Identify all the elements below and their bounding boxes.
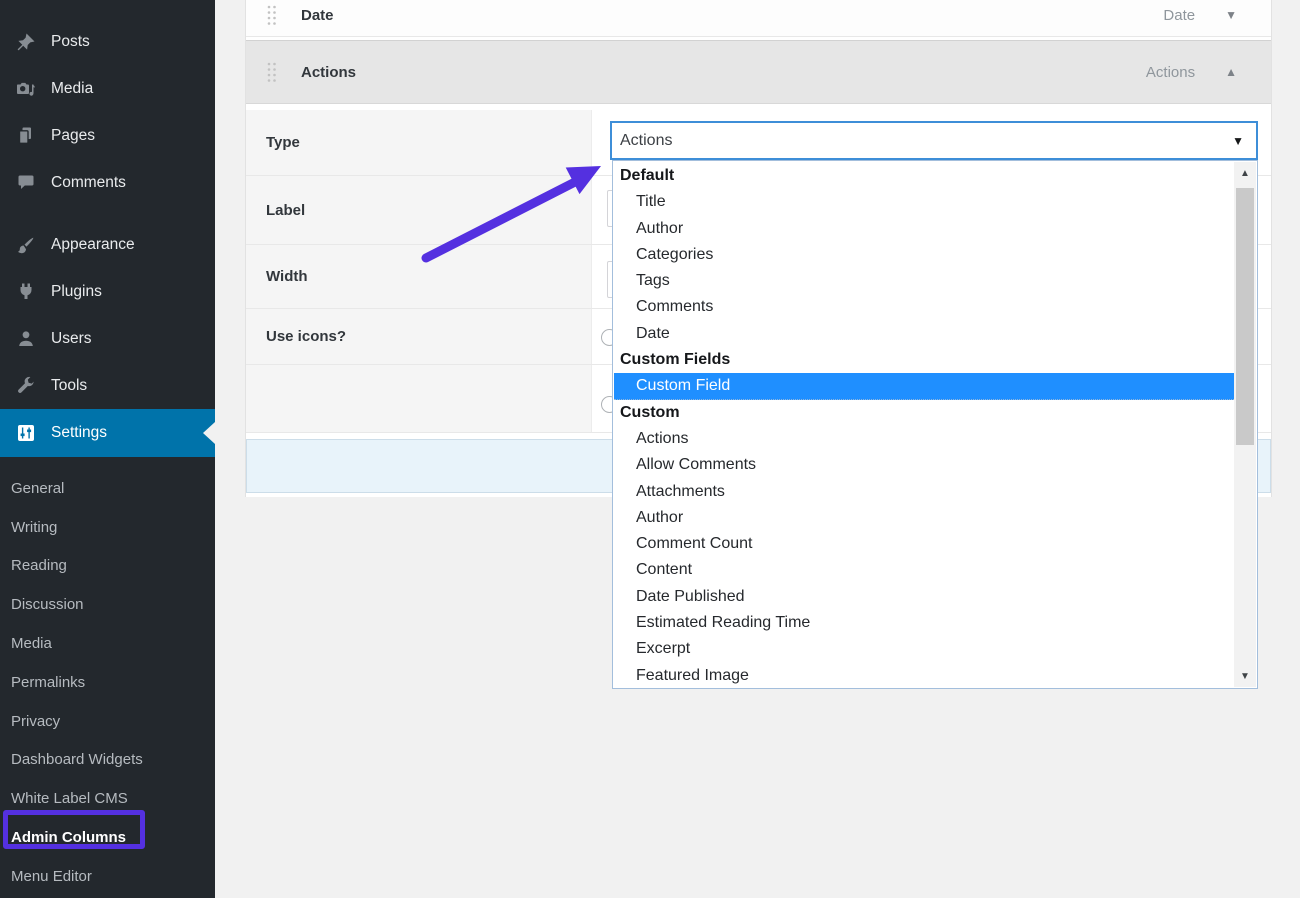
type-dropdown: DefaultTitleAuthorCategoriesTagsComments…: [612, 160, 1258, 689]
submenu-item-menu-editor[interactable]: Menu Editor: [0, 857, 215, 896]
pages-icon: [16, 126, 36, 146]
dropdown-scrollbar[interactable]: ▲ ▼: [1234, 162, 1256, 687]
dropdown-option-comment-count[interactable]: Comment Count: [614, 531, 1234, 557]
drag-handle-icon[interactable]: [266, 4, 278, 26]
active-menu-notch: [203, 422, 215, 444]
media-icon: [16, 79, 36, 99]
dropdown-option-featured-image[interactable]: Featured Image: [614, 663, 1234, 687]
option-group-label: Custom: [614, 400, 1234, 426]
sidebar-item-label: Media: [51, 80, 93, 98]
column-row-date[interactable]: Date Date ▼: [246, 0, 1271, 37]
comment-icon: [16, 173, 36, 193]
dropdown-option-tags[interactable]: Tags: [614, 268, 1234, 294]
chevron-down-icon[interactable]: ▼: [1225, 9, 1237, 21]
wp-admin-sidebar: Posts Media Pages Comments Appearance Plugins…: [0, 0, 215, 898]
column-name: Actions: [301, 64, 356, 81]
column-row-actions[interactable]: Actions Actions ▲: [246, 40, 1271, 104]
field-label: Label: [246, 176, 592, 244]
dropdown-option-custom-field[interactable]: Custom Field: [614, 373, 1234, 399]
sidebar-item-comments[interactable]: Comments: [0, 159, 215, 206]
wrench-icon: [16, 376, 36, 396]
submenu-item-reading[interactable]: Reading: [0, 547, 215, 586]
dropdown-option-excerpt[interactable]: Excerpt: [614, 636, 1234, 662]
dropdown-option-author[interactable]: Author: [614, 505, 1234, 531]
submenu-item-discussion[interactable]: Discussion: [0, 585, 215, 624]
dropdown-option-date-published[interactable]: Date Published: [614, 584, 1234, 610]
sidebar-item-settings[interactable]: Settings: [0, 409, 215, 457]
column-type: Date: [1163, 7, 1195, 24]
column-name: Date: [301, 7, 334, 24]
dropdown-option-author[interactable]: Author: [614, 216, 1234, 242]
sidebar-item-pages[interactable]: Pages: [0, 112, 215, 159]
sidebar-item-users[interactable]: Users: [0, 315, 215, 362]
dropdown-option-attachments[interactable]: Attachments: [614, 479, 1234, 505]
dropdown-option-comments[interactable]: Comments: [614, 294, 1234, 320]
type-select[interactable]: Actions ▼: [610, 121, 1258, 160]
scroll-up-icon[interactable]: ▲: [1234, 162, 1256, 184]
dropdown-option-categories[interactable]: Categories: [614, 242, 1234, 268]
sidebar-item-label: Tools: [51, 377, 87, 395]
sidebar-item-label: Users: [51, 330, 91, 348]
sidebar-item-tools[interactable]: Tools: [0, 362, 215, 409]
sidebar-item-plugins[interactable]: Plugins: [0, 268, 215, 315]
drag-handle-icon[interactable]: [266, 61, 278, 83]
dropdown-option-estimated-reading-time[interactable]: Estimated Reading Time: [614, 610, 1234, 636]
submenu-item-media[interactable]: Media: [0, 624, 215, 663]
admin-columns-settings-screen: Posts Media Pages Comments Appearance Plugins…: [0, 0, 1300, 898]
dropdown-option-actions[interactable]: Actions: [614, 426, 1234, 452]
type-select-value: Actions: [620, 132, 672, 150]
sidebar-item-appearance[interactable]: Appearance: [0, 221, 215, 268]
menu-separator: [0, 206, 215, 221]
sidebar-item-label: Settings: [51, 424, 107, 442]
scroll-down-icon[interactable]: ▼: [1234, 665, 1256, 687]
select-caret-icon: ▼: [1232, 134, 1244, 148]
field-label: Width: [246, 245, 592, 308]
sidebar-item-label: Appearance: [51, 236, 135, 254]
sidebar-item-label: Pages: [51, 127, 95, 145]
dropdown-option-content[interactable]: Content: [614, 557, 1234, 583]
chevron-up-icon[interactable]: ▲: [1225, 66, 1237, 78]
sidebar-item-label: Posts: [51, 33, 90, 51]
admin-columns-highlight-box: [3, 810, 145, 849]
submenu-item-privacy[interactable]: Privacy: [0, 702, 215, 741]
column-type: Actions: [1146, 64, 1195, 81]
sidebar-item-label: Comments: [51, 174, 126, 192]
option-group-label: Custom Fields: [614, 347, 1234, 373]
submenu-item-general[interactable]: General: [0, 469, 215, 508]
dropdown-option-date[interactable]: Date: [614, 321, 1234, 347]
admin-menu: Posts Media Pages Comments Appearance Plugins…: [0, 0, 215, 457]
sidebar-item-posts[interactable]: Posts: [0, 18, 215, 65]
plug-icon: [16, 282, 36, 302]
submenu-item-permalinks[interactable]: Permalinks: [0, 663, 215, 702]
dropdown-option-title[interactable]: Title: [614, 189, 1234, 215]
sidebar-item-media[interactable]: Media: [0, 65, 215, 112]
submenu-item-writing[interactable]: Writing: [0, 508, 215, 547]
submenu-item-dashboard-widgets[interactable]: Dashboard Widgets: [0, 741, 215, 780]
scrollbar-thumb[interactable]: [1236, 188, 1254, 445]
user-icon: [16, 329, 36, 349]
dropdown-option-allow-comments[interactable]: Allow Comments: [614, 452, 1234, 478]
brush-icon: [16, 235, 36, 255]
option-group-label: Default: [614, 163, 1234, 189]
pushpin-icon: [16, 32, 36, 52]
sliders-icon: [16, 423, 36, 443]
sidebar-item-label: Plugins: [51, 283, 102, 301]
type-dropdown-options: DefaultTitleAuthorCategoriesTagsComments…: [614, 163, 1234, 687]
field-label: Use icons?: [246, 309, 592, 364]
field-label: Type: [246, 110, 592, 175]
